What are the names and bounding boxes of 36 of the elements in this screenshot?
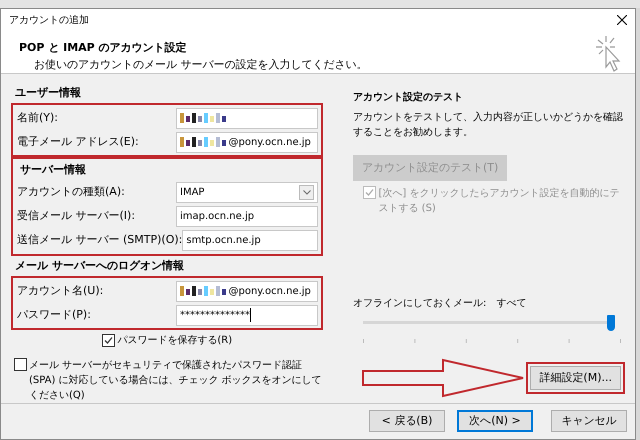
offline-value: すべて	[496, 297, 526, 312]
section-heading: メール サーバーへのログオン情報	[14, 258, 185, 274]
section-heading: ユーザー情報	[14, 84, 82, 101]
header-title: POP と IMAP のアカウント設定	[19, 40, 188, 56]
text-field[interactable]: @pony.ocn.ne.jp	[176, 280, 318, 302]
field-label: パスワード(P):	[16, 306, 91, 323]
checkbox-label: メール サーバーがセキュリティで保護されたパスワード認証 (SPA) に対応している場合には、チェック ボックスをオンにしてください(Q)	[29, 358, 323, 403]
dialog-button[interactable]: < 戻る(B)	[369, 410, 445, 432]
field-label: 電子メール アドレス(E):	[16, 134, 139, 150]
dropdown-field[interactable]: IMAP	[176, 182, 318, 204]
field-label: 受信メール サーバー(I):	[16, 208, 136, 224]
dialog-button[interactable]: キャンセル	[551, 410, 627, 432]
text-field[interactable]: smtp.ocn.ne.jp	[182, 230, 318, 252]
advanced-settings-button[interactable]: 詳細設定(M)...	[530, 366, 621, 390]
section-heading: サーバー情報	[19, 162, 87, 178]
field-label: 名前(Y):	[16, 110, 58, 126]
field-label: 送信メール サーバー (SMTP)(O):	[16, 232, 182, 248]
chevron-down-icon	[302, 190, 310, 196]
field-label: アカウント名(U):	[16, 282, 104, 299]
close-icon[interactable]	[617, 15, 627, 26]
password-field[interactable]: **************	[176, 304, 318, 326]
section-heading: アカウント設定のテスト	[353, 90, 464, 106]
window-title: アカウントの追加	[9, 14, 89, 28]
checkbox-label: パスワードを保存する(R)	[117, 334, 232, 348]
text-field[interactable]: imap.ocn.ne.jp	[176, 206, 318, 228]
header-subtitle: お使いのアカウントのメール サーバーの設定を入力してください。	[33, 56, 368, 73]
text-field[interactable]: @pony.ocn.ne.jp	[176, 132, 318, 153]
checkbox[interactable]	[14, 358, 26, 371]
field-label: アカウントの種類(A):	[16, 184, 125, 200]
checkbox[interactable]	[102, 334, 115, 347]
text-field[interactable]	[176, 108, 318, 129]
dialog-button[interactable]: 次へ(N) >	[457, 410, 533, 432]
offline-label: オフラインにしておくメール:	[353, 297, 486, 312]
slider-thumb[interactable]	[607, 315, 615, 332]
checkbox-label: [次へ] をクリックしたらアカウント設定を自動的にテストする (S)	[378, 186, 620, 216]
description-text: アカウントをテストして、入力内容が正しいかどうかを確認することをお勧めします。	[353, 110, 624, 140]
